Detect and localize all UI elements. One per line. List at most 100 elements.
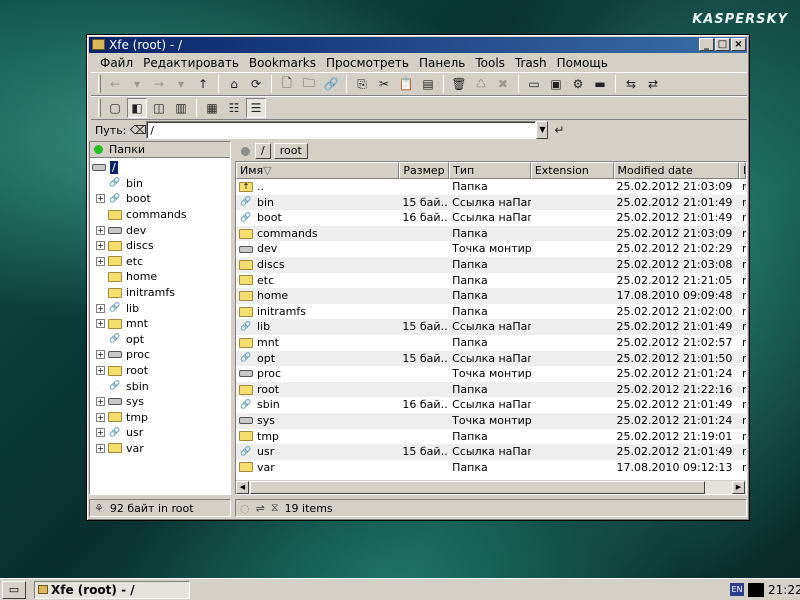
big-icons-icon[interactable]: ▦ <box>202 98 222 118</box>
toolbar-grip[interactable] <box>98 75 101 93</box>
terminal-icon[interactable]: ▬ <box>590 74 610 94</box>
location-dropdown-arrow-icon[interactable]: ▼ <box>536 121 549 139</box>
execute-command-icon[interactable]: ⚙ <box>568 74 588 94</box>
taskbar-item-xfe[interactable]: Xfe (root) - / <box>34 581 190 599</box>
table-row[interactable]: home Папка 17.08.2010 09:09:48 r <box>236 288 746 304</box>
table-row[interactable]: 🔗 lib 15 бай…Ссылка наПап… 25.02.2012 21:01… <box>236 319 746 335</box>
tree-node-bin[interactable]: 🔗 bin <box>90 176 230 192</box>
reload-icon[interactable]: ⇌ <box>256 502 265 515</box>
location-input[interactable] <box>146 121 537 139</box>
table-row[interactable]: proc Точка монтир… 25.02.2012 21:01:24 r <box>236 366 746 382</box>
tree-and-panel-icon[interactable]: ◧ <box>127 98 147 118</box>
tree-node-opt[interactable]: 🔗 opt <box>90 332 230 348</box>
column-header-modified-date[interactable]: Modified date <box>613 162 740 179</box>
column-header-extension[interactable]: Extension <box>530 162 614 179</box>
column-header-type[interactable]: Тип <box>449 162 531 179</box>
expand-icon[interactable]: + <box>96 397 105 407</box>
forward-icon[interactable]: → <box>149 74 169 94</box>
table-row[interactable]: commands Папка 25.02.2012 21:03:09 r <box>236 225 746 242</box>
scrollbar-thumb[interactable] <box>250 481 705 494</box>
forward-history-icon[interactable]: ▾ <box>171 74 191 94</box>
tree-node-mnt[interactable]: + mnt <box>90 316 230 332</box>
menu-view[interactable]: Просмотреть <box>321 55 414 71</box>
back-icon[interactable]: ← <box>105 74 125 94</box>
expand-icon[interactable]: + <box>96 225 105 235</box>
tree-node-root[interactable]: / <box>90 160 230 176</box>
tree-node-etc[interactable]: + etc <box>90 254 230 270</box>
new-file-icon[interactable]: 🗋 <box>277 74 297 94</box>
synchronize-panels-icon[interactable]: ⇆ <box>621 74 641 94</box>
up-directory-icon[interactable]: ↑ <box>193 74 213 94</box>
window-titlebar[interactable]: Xfe (root) - / _ □ × <box>89 37 747 53</box>
table-row[interactable]: 🔗 sbin 16 бай…Ссылка наПап… 25.02.2012 21:0… <box>236 397 746 413</box>
xfe-app-icon[interactable] <box>92 39 105 50</box>
move-to-trash-icon[interactable]: 🗑 <box>449 74 469 94</box>
table-row[interactable]: ↑.. Папка 25.02.2012 21:03:09 r <box>236 179 746 195</box>
column-header-permissions[interactable]: П <box>739 162 746 179</box>
scroll-right-icon[interactable]: ▶ <box>732 481 745 494</box>
breadcrumb-root[interactable]: / <box>255 143 271 159</box>
tree-node-usr[interactable]: + 🔗 usr <box>90 425 230 441</box>
menu-edit[interactable]: Редактировать <box>138 55 244 71</box>
menu-trash[interactable]: Trash <box>510 55 552 71</box>
expand-icon[interactable]: + <box>96 303 105 313</box>
one-panel-icon[interactable]: ▢ <box>105 98 125 118</box>
expand-icon[interactable]: + <box>96 350 105 360</box>
table-row[interactable]: dev Точка монтир… 25.02.2012 21:02:29 r <box>236 241 746 257</box>
column-header-size[interactable]: Размер <box>399 162 450 179</box>
menu-help[interactable]: Помощь <box>552 55 613 71</box>
tree-node-sys[interactable]: + sys <box>90 394 230 410</box>
cut-icon[interactable]: ✂ <box>374 74 394 94</box>
tree-node-var[interactable]: + var <box>90 441 230 457</box>
tree-node-home[interactable]: home <box>90 269 230 285</box>
table-row[interactable]: discs Папка 25.02.2012 21:03:08 r <box>236 256 746 273</box>
refresh-icon[interactable]: ⟳ <box>246 74 266 94</box>
table-row[interactable]: tmp Папка 25.02.2012 21:19:01 r <box>236 429 746 445</box>
menu-bookmarks[interactable]: Bookmarks <box>244 55 321 71</box>
table-row[interactable]: var Папка 17.08.2010 09:12:13 r <box>236 460 746 476</box>
two-panels-icon[interactable]: ◫ <box>149 98 169 118</box>
scroll-left-icon[interactable]: ◀ <box>236 481 249 494</box>
tree-node-boot[interactable]: + 🔗 boot <box>90 191 230 207</box>
table-row[interactable]: 🔗 usr 15 бай…Ссылка наПап… 25.02.2012 21:01… <box>236 444 746 460</box>
menu-panel[interactable]: Панель <box>414 55 470 71</box>
paste-icon[interactable]: 📋 <box>396 74 416 94</box>
tree-node-sbin[interactable]: 🔗 sbin <box>90 378 230 394</box>
tree-node-discs[interactable]: + discs <box>90 238 230 254</box>
filter-icon[interactable]: ⚘ <box>94 502 104 515</box>
small-icons-icon[interactable]: ☷ <box>224 98 244 118</box>
start-menu-button[interactable]: ▭ <box>2 581 26 599</box>
expand-icon[interactable]: + <box>96 194 105 204</box>
table-row[interactable]: 🔗 opt 15 бай…Ссылка наПап… 25.02.2012 21:01… <box>236 350 746 367</box>
tree-and-two-panels-icon[interactable]: ▥ <box>171 98 191 118</box>
tree-node-root[interactable]: + root <box>90 363 230 379</box>
file-filter-icon[interactable]: ⧖ <box>271 501 279 515</box>
delete-icon[interactable]: ✖ <box>493 74 513 94</box>
expand-icon[interactable]: + <box>96 241 105 251</box>
keyboard-layout-indicator[interactable]: EN <box>730 583 744 596</box>
expand-icon[interactable]: + <box>96 428 105 438</box>
back-history-icon[interactable]: ▾ <box>127 74 147 94</box>
switch-panels-icon[interactable]: ⇄ <box>643 74 663 94</box>
new-root-window-icon[interactable]: ▣ <box>546 74 566 94</box>
restore-icon[interactable]: ♺ <box>471 74 491 94</box>
new-folder-icon[interactable]: 🗀 <box>299 74 319 94</box>
expand-icon[interactable]: + <box>96 319 105 329</box>
horizontal-scrollbar[interactable]: ◀ ▶ <box>236 480 746 494</box>
tray-terminal-icon[interactable] <box>748 583 764 597</box>
tree-node-dev[interactable]: + dev <box>90 222 230 238</box>
tree-node-proc[interactable]: + proc <box>90 347 230 363</box>
expand-icon[interactable]: + <box>96 366 105 376</box>
clear-location-icon[interactable]: ⌫ <box>130 120 147 140</box>
new-window-icon[interactable]: ▭ <box>524 74 544 94</box>
tree-node-lib[interactable]: + 🔗 lib <box>90 300 230 316</box>
column-header-name[interactable]: Имя▽ <box>236 162 400 179</box>
table-row[interactable]: 🔗 bin 15 бай…Ссылка наПап… 25.02.2012 21:01… <box>236 194 746 211</box>
go-to-location-icon[interactable]: ↵ <box>549 120 569 140</box>
minimize-button[interactable]: _ <box>699 38 714 51</box>
home-icon[interactable]: ⌂ <box>224 74 244 94</box>
table-row[interactable]: initramfs Папка 25.02.2012 21:02:00 r <box>236 304 746 320</box>
tree-node-commands[interactable]: commands <box>90 207 230 223</box>
new-link-icon[interactable]: 🔗 <box>321 74 341 94</box>
breadcrumb-root-folder[interactable]: root <box>273 143 308 159</box>
